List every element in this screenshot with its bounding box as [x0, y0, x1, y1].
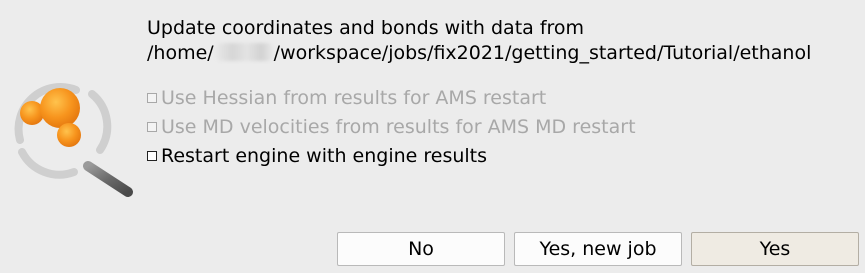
use-hessian-checkbox[interactable]	[147, 92, 157, 103]
yes-button[interactable]: Yes	[691, 232, 859, 266]
path-suffix: /workspace/jobs/fix2021/getting_started/…	[273, 42, 812, 64]
restart-engine-label[interactable]: Restart engine with engine results	[161, 145, 487, 167]
no-button[interactable]: No	[337, 232, 505, 266]
restart-dialog: Update coordinates and bonds with data f…	[0, 0, 865, 273]
use-md-velocities-label: Use MD velocities from results for AMS M…	[161, 115, 636, 138]
message-line-1: Update coordinates and bonds with data f…	[147, 17, 585, 39]
restart-options: Use Hessian from results for AMS restart…	[147, 83, 636, 170]
option-restart-engine[interactable]: Restart engine with engine results	[147, 141, 636, 170]
yes-new-job-button[interactable]: Yes, new job	[514, 232, 682, 266]
option-use-md-velocities: Use MD velocities from results for AMS M…	[147, 112, 636, 141]
redacted-username	[214, 43, 273, 61]
dialog-message: Update coordinates and bonds with data f…	[147, 16, 811, 66]
path-prefix: /home/	[147, 42, 214, 64]
option-use-hessian: Use Hessian from results for AMS restart	[147, 83, 636, 112]
restart-engine-checkbox[interactable]	[147, 150, 157, 161]
use-md-velocities-checkbox[interactable]	[147, 121, 157, 132]
use-hessian-label: Use Hessian from results for AMS restart	[161, 86, 547, 109]
message-path: /home/ /workspace/jobs/fix2021/getting_st…	[147, 41, 811, 66]
magnifier-molecule-icon	[2, 80, 138, 202]
dialog-buttons: No Yes, new job Yes	[337, 232, 859, 266]
